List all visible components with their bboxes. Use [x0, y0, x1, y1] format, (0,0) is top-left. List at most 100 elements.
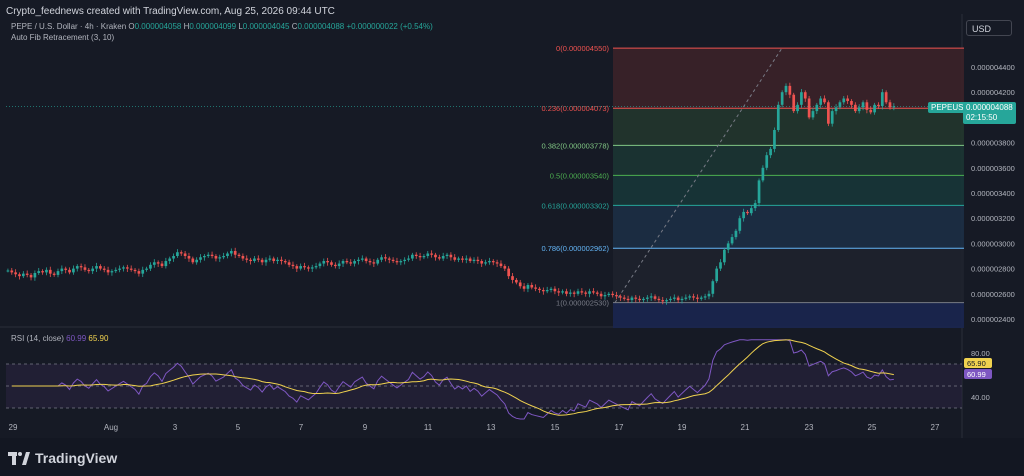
candle-body: [149, 264, 152, 269]
fib-level-label: 1(0.000002530): [556, 299, 609, 308]
candle-body: [210, 254, 214, 256]
candle-body: [226, 253, 229, 256]
time-tick-label: 25: [868, 423, 877, 432]
candle-body: [56, 271, 60, 275]
candle-body: [187, 256, 191, 259]
fib-zone: [613, 108, 964, 146]
tradingview-logo[interactable]: TradingView: [8, 449, 117, 467]
candle-body: [233, 250, 237, 255]
time-tick-label: 3: [173, 423, 178, 432]
candle-body: [272, 258, 276, 262]
candle-body: [499, 263, 503, 267]
candle-body: [484, 262, 487, 264]
candle-body: [407, 258, 410, 260]
candle-body: [611, 293, 615, 296]
candle-body: [857, 107, 861, 112]
candle-body: [430, 253, 433, 255]
candle-body: [518, 282, 522, 287]
price-tick-label: 0.000003600: [971, 164, 1015, 173]
candle-body: [480, 261, 484, 264]
candle-body: [322, 261, 326, 264]
candle-body: [395, 261, 399, 263]
candle-body: [491, 261, 495, 263]
candle-body: [715, 268, 719, 282]
candle-body: [60, 268, 64, 272]
time-tick-label: 7: [299, 423, 304, 432]
candle-body: [464, 258, 468, 260]
time-tick-label: 5: [236, 423, 241, 432]
candle-body: [422, 256, 426, 258]
candle-body: [45, 269, 48, 273]
candle-body: [91, 268, 95, 272]
candle-body: [411, 254, 414, 259]
candle-body: [599, 293, 603, 297]
candle-body: [796, 104, 799, 112]
candle-body: [688, 296, 692, 298]
candle-body: [638, 298, 641, 301]
price-tick-label: 0.000002800: [971, 265, 1015, 274]
candle-body: [453, 257, 457, 260]
candle-body: [357, 259, 360, 262]
candle-body: [461, 258, 464, 260]
candle-body: [503, 266, 507, 269]
fib-level-label: 0.618(0.000003302): [541, 201, 609, 210]
candle-body: [303, 266, 306, 268]
candle-body: [541, 290, 545, 292]
candle-body: [749, 208, 753, 214]
candle-body: [800, 92, 803, 105]
candle-body: [156, 262, 160, 264]
candle-body: [522, 286, 526, 289]
candle-body: [176, 252, 179, 256]
candle-body: [299, 266, 303, 269]
candle-body: [287, 262, 291, 265]
candle-body: [345, 261, 349, 263]
candle-body: [811, 111, 815, 118]
time-tick-label: 13: [487, 423, 496, 432]
candle-body: [696, 297, 699, 299]
time-tick-label: 21: [741, 423, 750, 432]
candle-body: [495, 262, 499, 264]
candle-body: [780, 92, 784, 105]
candle-body: [538, 288, 541, 291]
candle-body: [280, 259, 283, 262]
candle-body: [884, 92, 888, 103]
candle-body: [95, 266, 98, 269]
candle-body: [707, 293, 711, 297]
candle-body: [699, 297, 703, 299]
last-price: 0.000004088: [966, 103, 1013, 112]
candle-body: [276, 259, 279, 262]
candle-body: [426, 253, 430, 256]
price-chart[interactable]: 0(0.000004550) 0.236(0.000004073) 0.382(0.…: [0, 0, 1024, 438]
candle-body: [168, 258, 172, 262]
candle-body: [634, 297, 638, 299]
candle-body: [692, 296, 695, 298]
candle-body: [18, 274, 21, 277]
candle-body: [372, 262, 376, 264]
candle-body: [29, 274, 33, 278]
candle-body: [399, 261, 403, 263]
candle-body: [330, 262, 333, 265]
candle-body: [568, 292, 572, 294]
candle-body: [268, 258, 272, 260]
candle-body: [376, 259, 380, 264]
candle-body: [476, 259, 480, 262]
candle-body: [472, 259, 476, 262]
candle-body: [719, 262, 722, 269]
candle-body: [642, 298, 645, 301]
candle-body: [746, 211, 749, 214]
candle-body: [10, 270, 14, 273]
candle-body: [64, 268, 68, 270]
candle-body: [672, 297, 676, 299]
candle-body: [25, 273, 29, 275]
candle-body: [580, 291, 584, 293]
candle-body: [21, 273, 25, 277]
candle-body: [283, 261, 287, 263]
candle-body: [183, 253, 187, 256]
candle-body: [137, 271, 141, 274]
candle-body: [711, 281, 715, 294]
candle-body: [445, 254, 449, 256]
candle-body: [892, 106, 896, 108]
candle-body: [72, 268, 75, 273]
candle-body: [110, 271, 114, 273]
candle-body: [757, 180, 761, 204]
